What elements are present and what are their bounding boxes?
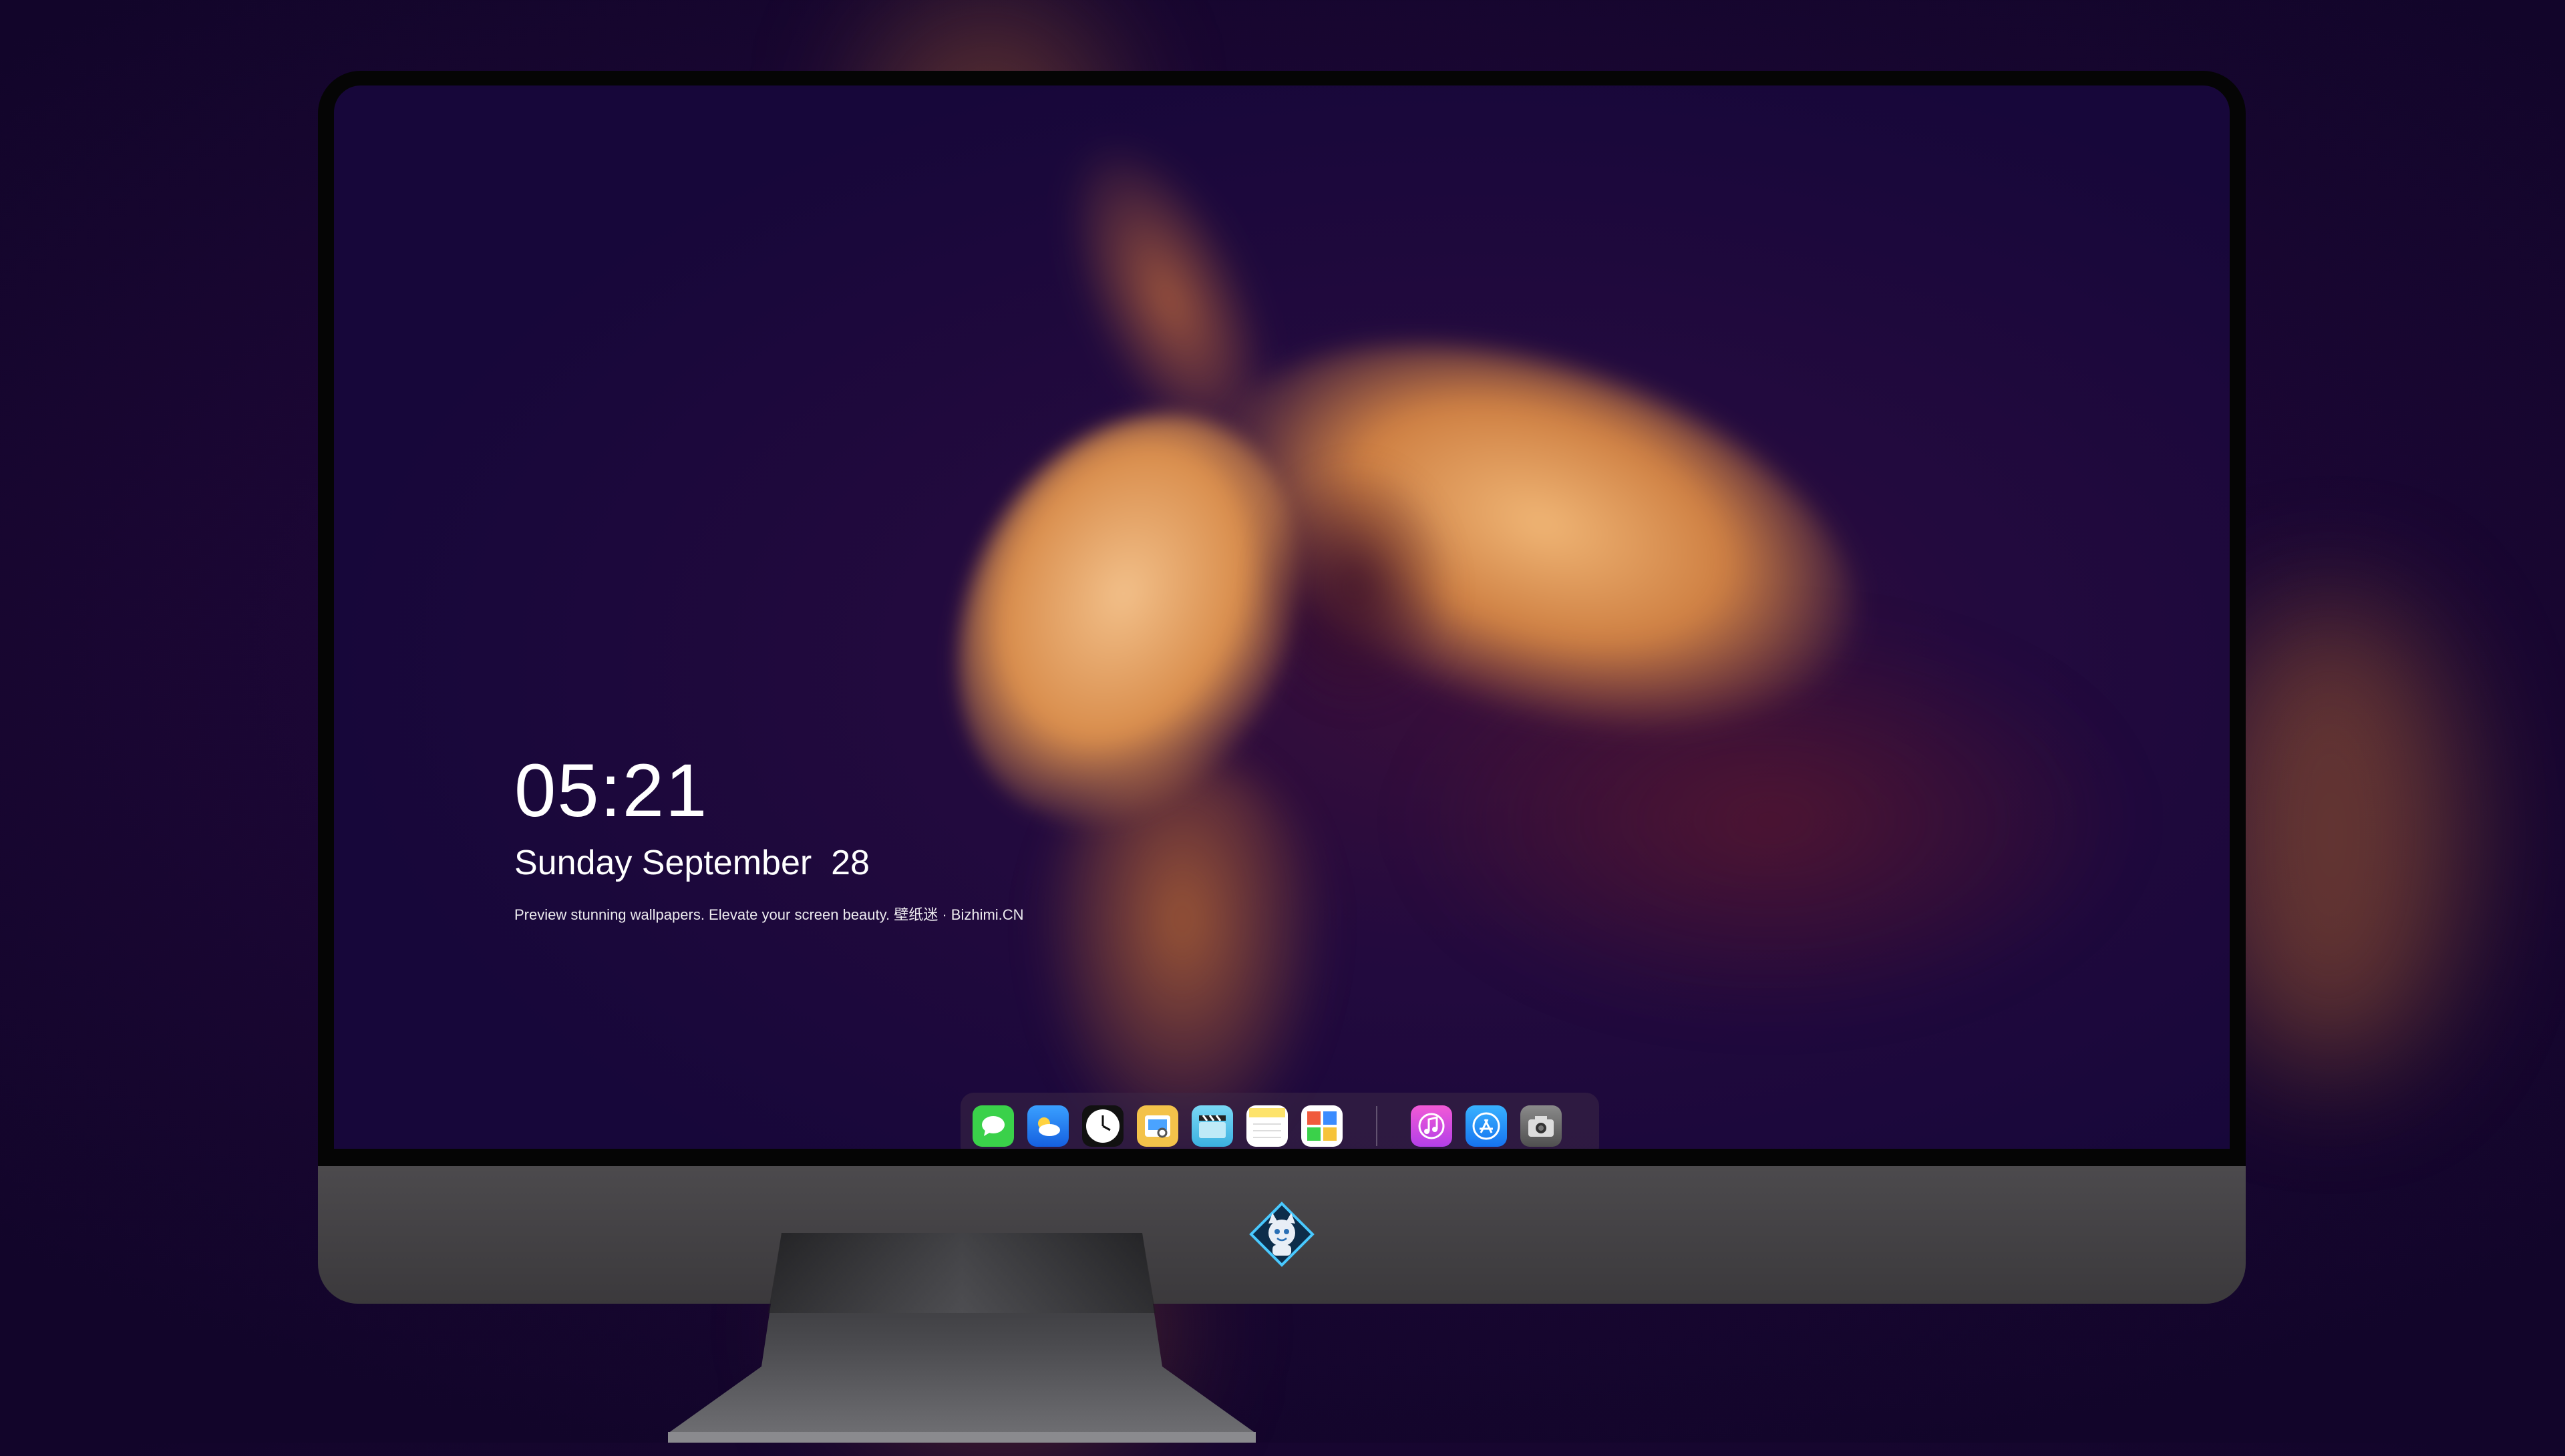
mascot-logo-icon bbox=[1248, 1201, 1315, 1268]
monitor-bezel: 05:21 Sunday September 28 Preview stunni… bbox=[318, 71, 2246, 1166]
weather-icon[interactable] bbox=[1027, 1105, 1069, 1147]
monitor-chin bbox=[318, 1166, 2246, 1304]
music-icon[interactable] bbox=[1411, 1105, 1452, 1147]
camera-icon[interactable] bbox=[1520, 1105, 1562, 1147]
screen: 05:21 Sunday September 28 Preview stunni… bbox=[334, 85, 2230, 1149]
dock bbox=[961, 1093, 1599, 1149]
lockscreen-time: 05:21 bbox=[514, 749, 709, 832]
monitor: 05:21 Sunday September 28 Preview stunni… bbox=[318, 71, 2246, 1304]
notes-icon[interactable] bbox=[1246, 1105, 1288, 1147]
messages-icon[interactable] bbox=[973, 1105, 1014, 1147]
lockscreen-tagline: Preview stunning wallpapers. Elevate you… bbox=[514, 906, 1024, 923]
lockscreen-info: 05:21 Sunday September 28 Preview stunni… bbox=[514, 753, 1024, 924]
photo-grid-icon[interactable] bbox=[1301, 1105, 1343, 1147]
dock-separator bbox=[1376, 1106, 1377, 1146]
lockscreen-date: Sunday September 28 bbox=[514, 844, 870, 882]
monitor-stand bbox=[668, 1233, 1256, 1443]
clapper-icon[interactable] bbox=[1192, 1105, 1233, 1147]
wallpaper-shape bbox=[1256, 460, 1456, 713]
preview-icon[interactable] bbox=[1137, 1105, 1178, 1147]
app-store-icon[interactable] bbox=[1466, 1105, 1507, 1147]
clock-icon[interactable] bbox=[1082, 1105, 1124, 1147]
